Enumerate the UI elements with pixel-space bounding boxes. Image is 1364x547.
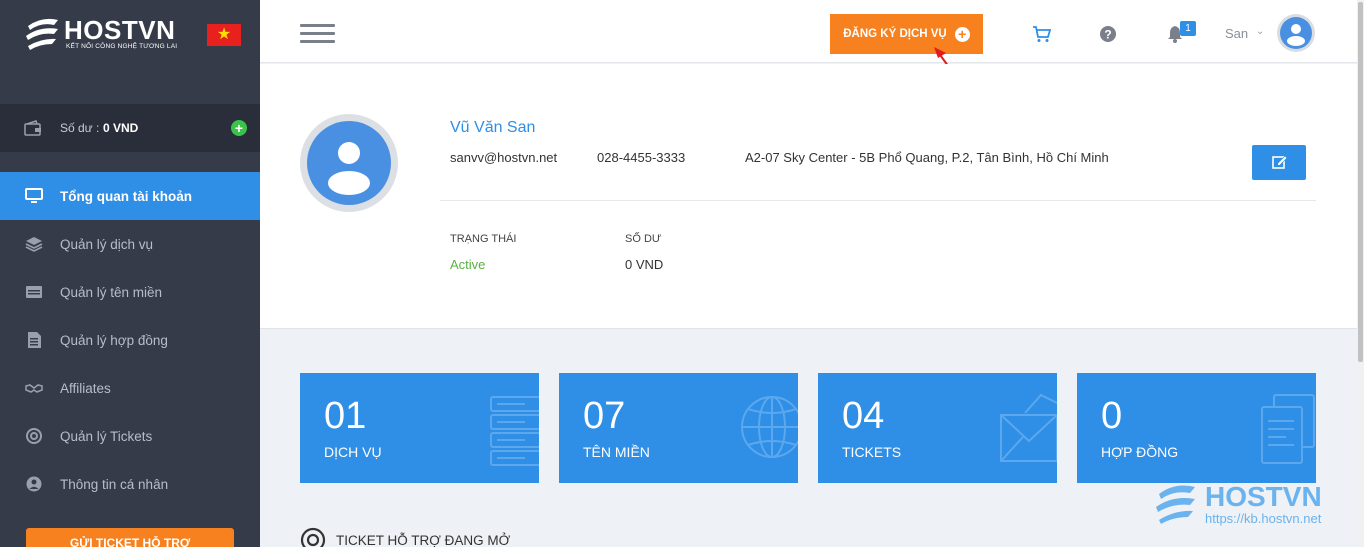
edit-icon bbox=[1272, 155, 1288, 169]
register-service-label: ĐĂNG KÝ DỊCH VỤ bbox=[843, 28, 947, 40]
sidebar-item-profile[interactable]: Thông tin cá nhân bbox=[0, 460, 260, 508]
balance-label: SỐ DƯ bbox=[625, 233, 662, 245]
card-number: 07 bbox=[583, 395, 626, 437]
watermark-logo-icon bbox=[1156, 485, 1195, 524]
user-silhouette-icon bbox=[1287, 24, 1305, 46]
server-icon bbox=[490, 396, 539, 466]
chevron-down-icon[interactable]: ⌄ bbox=[1256, 26, 1264, 37]
card-number: 04 bbox=[842, 395, 885, 437]
layers-icon bbox=[25, 237, 43, 252]
sidebar-item-domains[interactable]: Quản lý tên miền bbox=[0, 268, 260, 316]
status-value: Active bbox=[450, 257, 486, 272]
sidebar: HOSTVN KẾT NỐI CÔNG NGHỆ TƯƠNG LAI ★ Số … bbox=[0, 0, 260, 547]
services-card[interactable]: 01 DỊCH VỤ bbox=[300, 373, 539, 483]
user-silhouette-icon bbox=[328, 142, 370, 195]
watermark-brand: HOSTVN bbox=[1205, 481, 1322, 512]
sidebar-item-services[interactable]: Quản lý dịch vụ bbox=[0, 220, 260, 268]
card-label: DỊCH VỤ bbox=[324, 444, 382, 460]
profile-divider bbox=[440, 200, 1316, 201]
sidebar-item-label: Thông tin cá nhân bbox=[60, 476, 169, 492]
sidebar-item-label: Quản lý dịch vụ bbox=[60, 236, 154, 252]
balance-bar: Số dư : 0 VND bbox=[0, 104, 260, 152]
logo-mark-icon bbox=[26, 18, 58, 50]
monitor-icon bbox=[25, 188, 43, 203]
card-label: HỢP ĐỒNG bbox=[1101, 444, 1179, 460]
vietnam-flag-icon[interactable]: ★ bbox=[207, 24, 241, 46]
scrollbar-thumb[interactable] bbox=[1358, 2, 1363, 362]
user-circle-icon bbox=[26, 476, 42, 492]
card-number: 01 bbox=[324, 395, 367, 437]
svg-text:?: ? bbox=[1104, 28, 1111, 42]
profile-panel: Vũ Văn San sanvv@hostvn.net 028-4455-333… bbox=[260, 64, 1357, 329]
balance-value: 0 VND bbox=[625, 257, 664, 272]
sidebar-item-contracts[interactable]: Quản lý hợp đồng bbox=[0, 316, 260, 364]
hostvn-logo[interactable]: HOSTVN KẾT NỐI CÔNG NGHỆ TƯƠNG LAI bbox=[24, 14, 184, 56]
sidebar-item-label: Tổng quan tài khoản bbox=[60, 188, 192, 204]
hostvn-watermark: HOSTVN https://kb.hostvn.net bbox=[1153, 480, 1343, 530]
sidebar-item-label: Quản lý Tickets bbox=[60, 428, 153, 444]
sidebar-item-tickets[interactable]: Quản lý Tickets bbox=[0, 412, 260, 460]
lifebuoy-icon bbox=[26, 428, 42, 444]
document-icon bbox=[28, 332, 41, 348]
hamburger-menu-icon[interactable] bbox=[300, 24, 335, 44]
open-tickets-title: TICKET HỖ TRỢ ĐANG MỞ bbox=[336, 532, 511, 547]
page-scrollbar[interactable] bbox=[1357, 0, 1364, 547]
profile-address: A2-07 Sky Center - 5B Phổ Quang, P.2, Tâ… bbox=[745, 150, 1109, 165]
wallet-icon bbox=[24, 120, 41, 136]
contract-icon bbox=[1261, 394, 1315, 464]
domains-card[interactable]: 07 TÊN MIỀN bbox=[559, 373, 798, 483]
sidebar-item-label: Affiliates bbox=[60, 380, 111, 396]
edit-profile-button[interactable] bbox=[1252, 145, 1306, 180]
profile-email: sanvv@hostvn.net bbox=[450, 150, 558, 165]
sidebar-item-account-overview[interactable]: Tổng quan tài khoản bbox=[0, 172, 260, 220]
top-header: ĐĂNG KÝ DỊCH VỤ + ? 1 San ⌄ bbox=[260, 0, 1357, 63]
sidebar-item-label: Quản lý hợp đồng bbox=[60, 332, 168, 348]
notification-count-badge: 1 bbox=[1180, 21, 1196, 36]
profile-avatar bbox=[300, 114, 398, 212]
balance-label: Số dư : bbox=[60, 121, 100, 135]
balance-value: 0 VND bbox=[103, 121, 139, 135]
sidebar-item-affiliates[interactable]: Affiliates bbox=[0, 364, 260, 412]
open-tickets-heading: TICKET HỖ TRỢ ĐANG MỞ bbox=[300, 527, 511, 547]
help-icon[interactable]: ? bbox=[1098, 24, 1118, 44]
watermark-url: https://kb.hostvn.net bbox=[1205, 511, 1322, 526]
add-balance-icon[interactable]: + bbox=[231, 120, 247, 136]
handshake-icon bbox=[25, 384, 43, 393]
user-avatar[interactable] bbox=[1277, 14, 1315, 52]
contracts-card[interactable]: 0 HỢP ĐỒNG bbox=[1077, 373, 1316, 483]
plus-circle-icon: + bbox=[954, 26, 970, 42]
brand-name: HOSTVN bbox=[64, 15, 176, 45]
cart-icon[interactable] bbox=[1032, 24, 1052, 44]
domain-icon bbox=[26, 286, 42, 298]
status-label: TRẠNG THÁI bbox=[450, 233, 517, 245]
sidebar-nav: Tổng quan tài khoản Quản lý dịch vụ Quản… bbox=[0, 172, 260, 508]
card-label: TICKETS bbox=[842, 444, 902, 460]
sidebar-item-label: Quản lý tên miền bbox=[60, 284, 163, 300]
profile-name: Vũ Văn San bbox=[450, 119, 536, 136]
brand-tagline: KẾT NỐI CÔNG NGHỆ TƯƠNG LAI bbox=[66, 43, 178, 50]
profile-phone: 028-4455-3333 bbox=[597, 150, 686, 165]
tickets-card[interactable]: 04 TICKETS bbox=[818, 373, 1057, 483]
lifebuoy-icon bbox=[300, 527, 326, 547]
user-menu-name[interactable]: San bbox=[1225, 26, 1248, 41]
globe-icon bbox=[741, 396, 798, 458]
card-label: TÊN MIỀN bbox=[583, 444, 650, 460]
card-number: 0 bbox=[1101, 395, 1123, 437]
envelope-icon bbox=[1000, 393, 1057, 462]
send-support-ticket-button[interactable]: GỬI TICKET HỖ TRỢ bbox=[26, 528, 234, 547]
